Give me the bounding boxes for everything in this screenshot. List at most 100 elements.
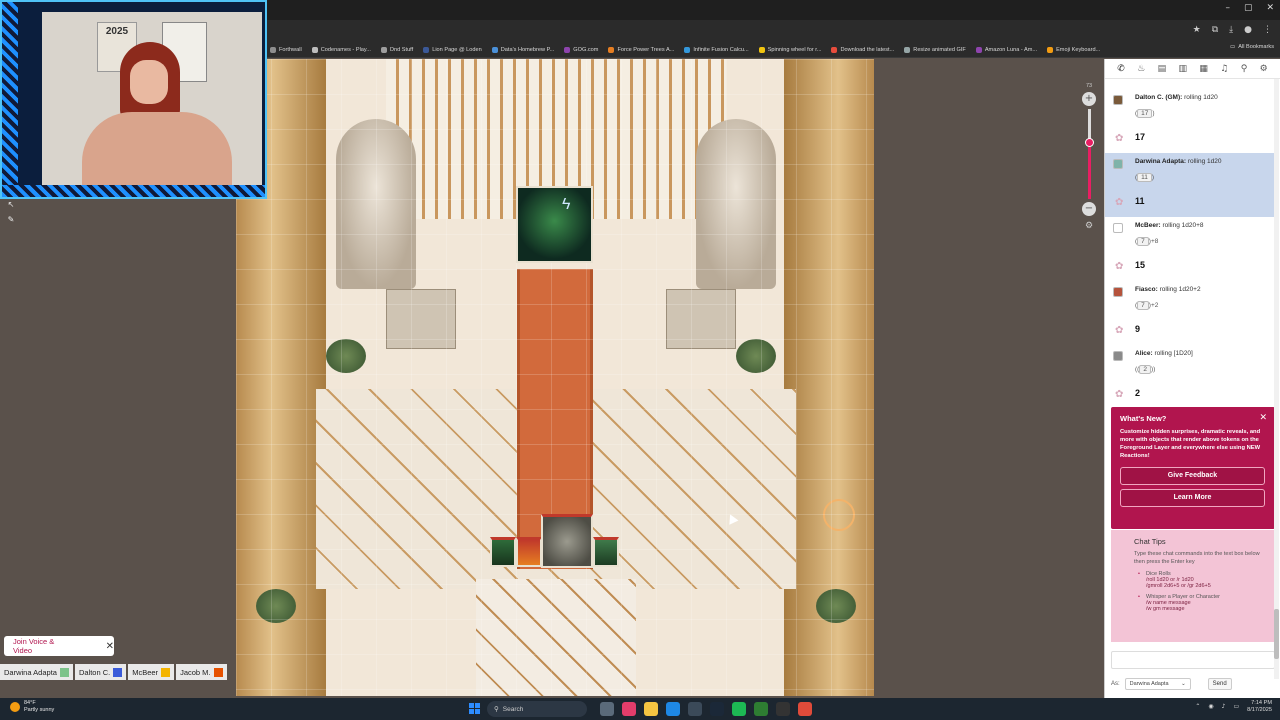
bookmark-item[interactable]: Emoji Keyboard... [1047,46,1100,53]
join-voice-button[interactable]: Join Voice & Video ✕ [4,636,114,656]
player-tag[interactable]: McBeer [128,664,175,680]
die-roll[interactable]: 11 [1137,173,1152,182]
settings-tab-icon[interactable]: ⚙ [1260,64,1268,74]
profile-icon[interactable]: ● [1244,25,1252,35]
wand-tool-icon[interactable]: ✎ [8,215,15,224]
star-icon[interactable]: ★ [1193,25,1201,35]
avatar [1113,95,1123,105]
app-icon[interactable] [754,702,768,716]
map-canvas[interactable]: ϟ [236,59,874,696]
bookmark-item[interactable]: Dnd Stuff [380,46,413,53]
chat-input[interactable] [1111,651,1275,669]
bookmark-item[interactable]: Force Power Trees A... [608,46,674,53]
token-monster[interactable] [541,514,593,568]
bookmark-item[interactable]: Codenames - Play... [311,46,371,53]
die-roll[interactable]: 7 [1137,301,1149,310]
player-tag[interactable]: Darwina Adapta [0,664,73,680]
window-controls: – ▢ ✕ [1225,3,1274,13]
bookmark-favicon-icon [380,46,387,53]
clock[interactable]: 7:14 PM 8/17/2025 [1247,700,1272,714]
player-tag[interactable]: Jacob M. [176,664,227,680]
minimize-icon[interactable]: – [1225,3,1230,13]
select-tool-icon[interactable]: ↖ [8,200,15,209]
weather-widget[interactable]: 84°F Partly sunny [10,700,54,713]
message-header: Dalton C. (GM): rolling 1d20 [1135,89,1277,101]
die-roll[interactable]: 2 [1139,365,1151,374]
volume-icon[interactable]: ♪ [1222,703,1226,710]
bookmark-label: Infinite Fusion Calcu... [693,46,749,53]
bookmark-item[interactable]: Resize animated GIF [904,46,966,53]
all-bookmarks-button[interactable]: ▭ All Bookmarks [1230,44,1274,50]
close-window-icon[interactable]: ✕ [1266,3,1274,13]
player-name: Dalton C. [78,667,111,677]
bookmark-item[interactable]: GOG.com [564,46,598,53]
battery-icon[interactable]: ▭ [1233,703,1239,710]
zoom-in-button[interactable]: + [1082,92,1096,106]
chrome-icon[interactable] [798,702,812,716]
windows-start-icon[interactable] [469,703,480,714]
token-villain[interactable]: ϟ [516,186,593,263]
download-icon[interactable]: ⤓ [1229,25,1233,35]
token-player[interactable] [490,537,516,567]
edge-icon[interactable] [666,702,680,716]
task-view-icon[interactable] [600,702,614,716]
extensions-icon[interactable]: ⧉ [1212,25,1218,35]
spotify-icon[interactable] [732,702,746,716]
message-header: Fiasco: rolling 1d20+2 [1135,281,1277,293]
message-sender: McBeer: [1135,222,1161,229]
die-roll[interactable]: 17 [1137,109,1153,118]
network-icon[interactable]: ◉ [1208,703,1213,710]
zoom-knob[interactable] [1084,138,1094,148]
dice-icon: ✿ [1115,197,1124,208]
art-tab-icon[interactable]: ♨ [1137,64,1145,74]
die-roll[interactable]: 7 [1137,237,1149,246]
speaking-as-select[interactable]: Darwina Adapta ⌄ [1124,678,1191,690]
menu-icon[interactable]: ⋮ [1263,25,1272,35]
bookmark-item[interactable]: Spinning wheel for r... [758,46,821,53]
bookmark-item[interactable]: Amazon Luna - Am... [975,46,1037,53]
app-icon[interactable] [622,702,636,716]
chevron-up-icon[interactable]: ⌃ [1195,703,1200,710]
deck-tab-icon[interactable]: ▦ [1199,64,1208,74]
bookmark-label: Download the latest... [840,46,895,53]
bookmark-item[interactable]: Forthwall [270,46,302,53]
close-icon[interactable]: ✕ [106,641,114,652]
journal-tab-icon[interactable]: ▤ [1158,64,1167,74]
player-color-swatch [213,667,223,677]
file-explorer-icon[interactable] [644,702,658,716]
chat-message: Fiasco: rolling 1d20+2 (7)+2 ✿ 9 [1111,281,1277,345]
roll-formula: ((2)) [1135,365,1277,374]
message-action: rolling 1d20+8 [1162,222,1204,229]
give-feedback-button[interactable]: Give Feedback [1120,467,1265,486]
zoom-slider[interactable] [1084,109,1094,199]
chat-scrollbar[interactable] [1274,79,1279,679]
send-button[interactable]: Send [1207,678,1232,690]
token-player[interactable] [593,537,619,567]
bookmark-item[interactable]: Infinite Fusion Calcu... [684,46,749,53]
message-header: Darwina Adapta: rolling 1d20 [1135,153,1277,165]
jukebox-tab-icon[interactable]: ♫ [1220,64,1228,74]
bookmark-item[interactable]: Lion Page @ Loden [423,46,482,53]
chat-tab-icon[interactable]: ✆ [1117,64,1125,74]
close-icon[interactable]: ✕ [1259,413,1267,423]
webcam-frame [2,2,18,197]
zoom-out-button[interactable]: − [1082,202,1096,216]
player-tag[interactable]: Dalton C. [74,664,127,680]
formula-suffix: ) [1151,174,1155,181]
token-player[interactable] [516,537,542,567]
bookmark-item[interactable]: Data's Homebrew P... [491,46,554,53]
weather-text: Partly sunny [24,706,55,713]
compendium-tab-icon[interactable]: ▥ [1178,64,1187,74]
app-icon[interactable] [776,702,790,716]
scrollbar-thumb[interactable] [1274,609,1279,659]
bookmark-item[interactable]: Download the latest... [831,46,895,53]
taskbar-search[interactable]: ⚲ Search [487,701,587,717]
speaking-as-value: Darwina Adapta [1129,681,1169,687]
steam-icon[interactable] [710,702,724,716]
zoom-settings-icon[interactable]: ⚙ [1084,220,1094,230]
dice-icon: ✿ [1115,389,1124,400]
learn-more-button[interactable]: Learn More [1120,489,1265,508]
store-icon[interactable] [688,702,702,716]
collection-tab-icon[interactable]: ⚲ [1241,64,1248,74]
maximize-icon[interactable]: ▢ [1244,3,1253,13]
